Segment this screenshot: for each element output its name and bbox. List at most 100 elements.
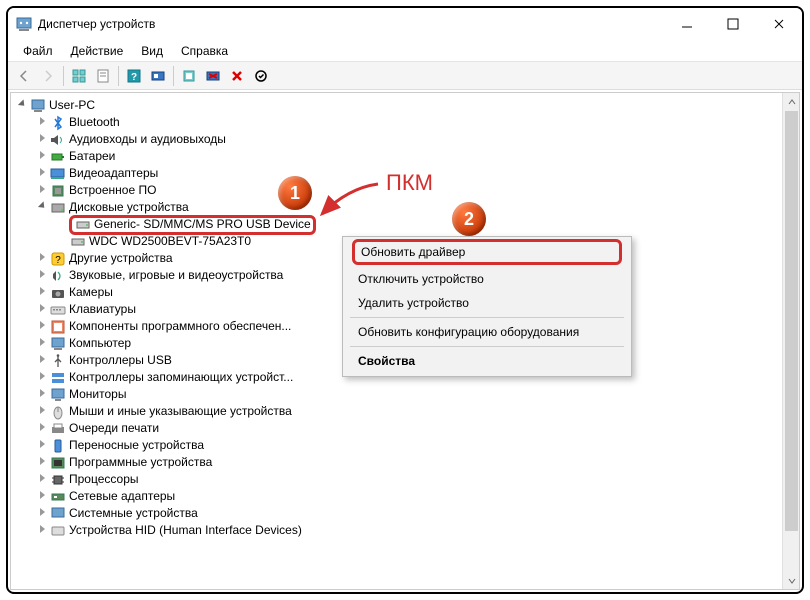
tree-item-system[interactable]: Системные устройства <box>35 505 799 522</box>
tree-item-print-queues[interactable]: Очереди печати <box>35 420 799 437</box>
expander-icon[interactable] <box>35 437 49 454</box>
tree-item-label: Мыши и иные указывающие устройства <box>69 403 292 420</box>
expander-icon[interactable] <box>35 318 49 335</box>
scan-hardware-button[interactable] <box>147 65 169 87</box>
expander-icon[interactable] <box>35 522 49 539</box>
tree-item-label: Аудиовходы и аудиовыходы <box>69 131 226 148</box>
expander-icon[interactable] <box>35 148 49 165</box>
tree-item-label: User-PC <box>49 97 95 114</box>
context-menu-properties[interactable]: Свойства <box>346 349 628 373</box>
svg-text:?: ? <box>55 255 61 266</box>
tree-item-label: Камеры <box>69 284 113 301</box>
context-menu-uninstall[interactable]: Удалить устройство <box>346 291 628 315</box>
context-menu-disable[interactable]: Отключить устройство <box>346 267 628 291</box>
camera-icon <box>50 285 66 301</box>
tree-item-label: Компьютер <box>69 335 131 352</box>
close-button[interactable] <box>756 8 802 40</box>
window-frame: Диспетчер устройств Файл Действие Вид Сп… <box>6 6 804 594</box>
expander-icon[interactable] <box>15 97 29 114</box>
expander-icon[interactable] <box>35 420 49 437</box>
expander-icon[interactable] <box>35 369 49 386</box>
expander-icon[interactable] <box>35 505 49 522</box>
annotation-pkm-label: ПКМ <box>386 170 433 196</box>
expander-icon[interactable] <box>35 284 49 301</box>
scroll-down-button[interactable] <box>783 572 800 589</box>
maximize-button[interactable] <box>710 8 756 40</box>
scroll-thumb[interactable] <box>785 111 798 531</box>
keyboard-icon <box>50 302 66 318</box>
tree-item-label: Сетевые адаптеры <box>69 488 175 505</box>
tree-item-software-devices[interactable]: Программные устройства <box>35 454 799 471</box>
display-icon <box>50 166 66 182</box>
tree-item-audio[interactable]: Аудиовходы и аудиовыходы <box>35 131 799 148</box>
tree-item-processors[interactable]: Процессоры <box>35 471 799 488</box>
tree-item-mice[interactable]: Мыши и иные указывающие устройства <box>35 403 799 420</box>
tree-item-label: Переносные устройства <box>69 437 204 454</box>
cpu-icon <box>50 472 66 488</box>
forward-button[interactable] <box>37 65 59 87</box>
tree-item-label: Клавиатуры <box>69 301 136 318</box>
tree-item-network[interactable]: Сетевые адаптеры <box>35 488 799 505</box>
storage-controller-icon <box>50 370 66 386</box>
show-tree-button[interactable] <box>68 65 90 87</box>
expander-icon[interactable] <box>35 335 49 352</box>
expander-icon[interactable] <box>35 182 49 199</box>
menu-view[interactable]: Вид <box>132 42 172 60</box>
vertical-scrollbar[interactable] <box>782 93 799 589</box>
tree-item-label: Программные устройства <box>69 454 212 471</box>
context-menu: Обновить драйвер Отключить устройство Уд… <box>342 236 632 377</box>
expander-icon[interactable] <box>35 386 49 403</box>
tree-item-hid[interactable]: Устройства HID (Human Interface Devices) <box>35 522 799 539</box>
expander-icon[interactable] <box>35 114 49 131</box>
menu-help[interactable]: Справка <box>172 42 237 60</box>
tree-item-portable[interactable]: Переносные устройства <box>35 437 799 454</box>
uninstall-button[interactable] <box>202 65 224 87</box>
svg-text:?: ? <box>131 72 137 83</box>
printer-icon <box>50 421 66 437</box>
tree-item-disk-generic[interactable]: Generic- SD/MMC/MS PRO USB Device <box>55 216 799 233</box>
enable-button[interactable] <box>250 65 272 87</box>
tree-item-label: Bluetooth <box>69 114 120 131</box>
expander-icon[interactable] <box>35 301 49 318</box>
minimize-button[interactable] <box>664 8 710 40</box>
tree-item-label: Компоненты программного обеспечен... <box>69 318 291 335</box>
context-menu-separator <box>350 317 624 318</box>
expander-icon[interactable] <box>35 488 49 505</box>
annotation-arrow <box>308 178 388 228</box>
tree-root[interactable]: User-PC <box>15 97 799 114</box>
context-menu-scan[interactable]: Обновить конфигурацию оборудования <box>346 320 628 344</box>
menu-file[interactable]: Файл <box>14 42 62 60</box>
toolbar: ? <box>8 62 802 90</box>
properties-button[interactable] <box>92 65 114 87</box>
disable-button[interactable] <box>226 65 248 87</box>
expander-icon[interactable] <box>35 165 49 182</box>
tree-item-label: Дисковые устройства <box>69 199 189 216</box>
tree-item-label: Системные устройства <box>69 505 198 522</box>
expander-icon[interactable] <box>35 471 49 488</box>
help-button[interactable]: ? <box>123 65 145 87</box>
tree-item-disk[interactable]: Дисковые устройства <box>35 199 799 216</box>
expander-icon[interactable] <box>35 267 49 284</box>
back-button[interactable] <box>13 65 35 87</box>
expander-icon[interactable] <box>35 454 49 471</box>
tree-item-bluetooth[interactable]: Bluetooth <box>35 114 799 131</box>
tree-item-monitors[interactable]: Мониторы <box>35 386 799 403</box>
expander-icon[interactable] <box>35 403 49 420</box>
scroll-up-button[interactable] <box>783 93 800 110</box>
tree-item-label: Generic- SD/MMC/MS PRO USB Device <box>94 216 311 233</box>
expander-icon[interactable] <box>35 352 49 369</box>
expander-icon[interactable] <box>35 131 49 148</box>
context-menu-update[interactable]: Обновить драйвер <box>361 245 465 259</box>
update-driver-button[interactable] <box>178 65 200 87</box>
drive-icon <box>70 234 86 250</box>
tree-item-label: Видеоадаптеры <box>69 165 158 182</box>
tree-item-label: Мониторы <box>69 386 126 403</box>
expander-icon[interactable] <box>35 199 49 216</box>
menu-action[interactable]: Действие <box>62 42 133 60</box>
expander-icon[interactable] <box>35 250 49 267</box>
tree-item-batteries[interactable]: Батареи <box>35 148 799 165</box>
tree-item-label: Встроенное ПО <box>69 182 156 199</box>
tree-item-label: Контроллеры запоминающих устройст... <box>69 369 293 386</box>
network-icon <box>50 489 66 505</box>
system-icon <box>50 506 66 522</box>
